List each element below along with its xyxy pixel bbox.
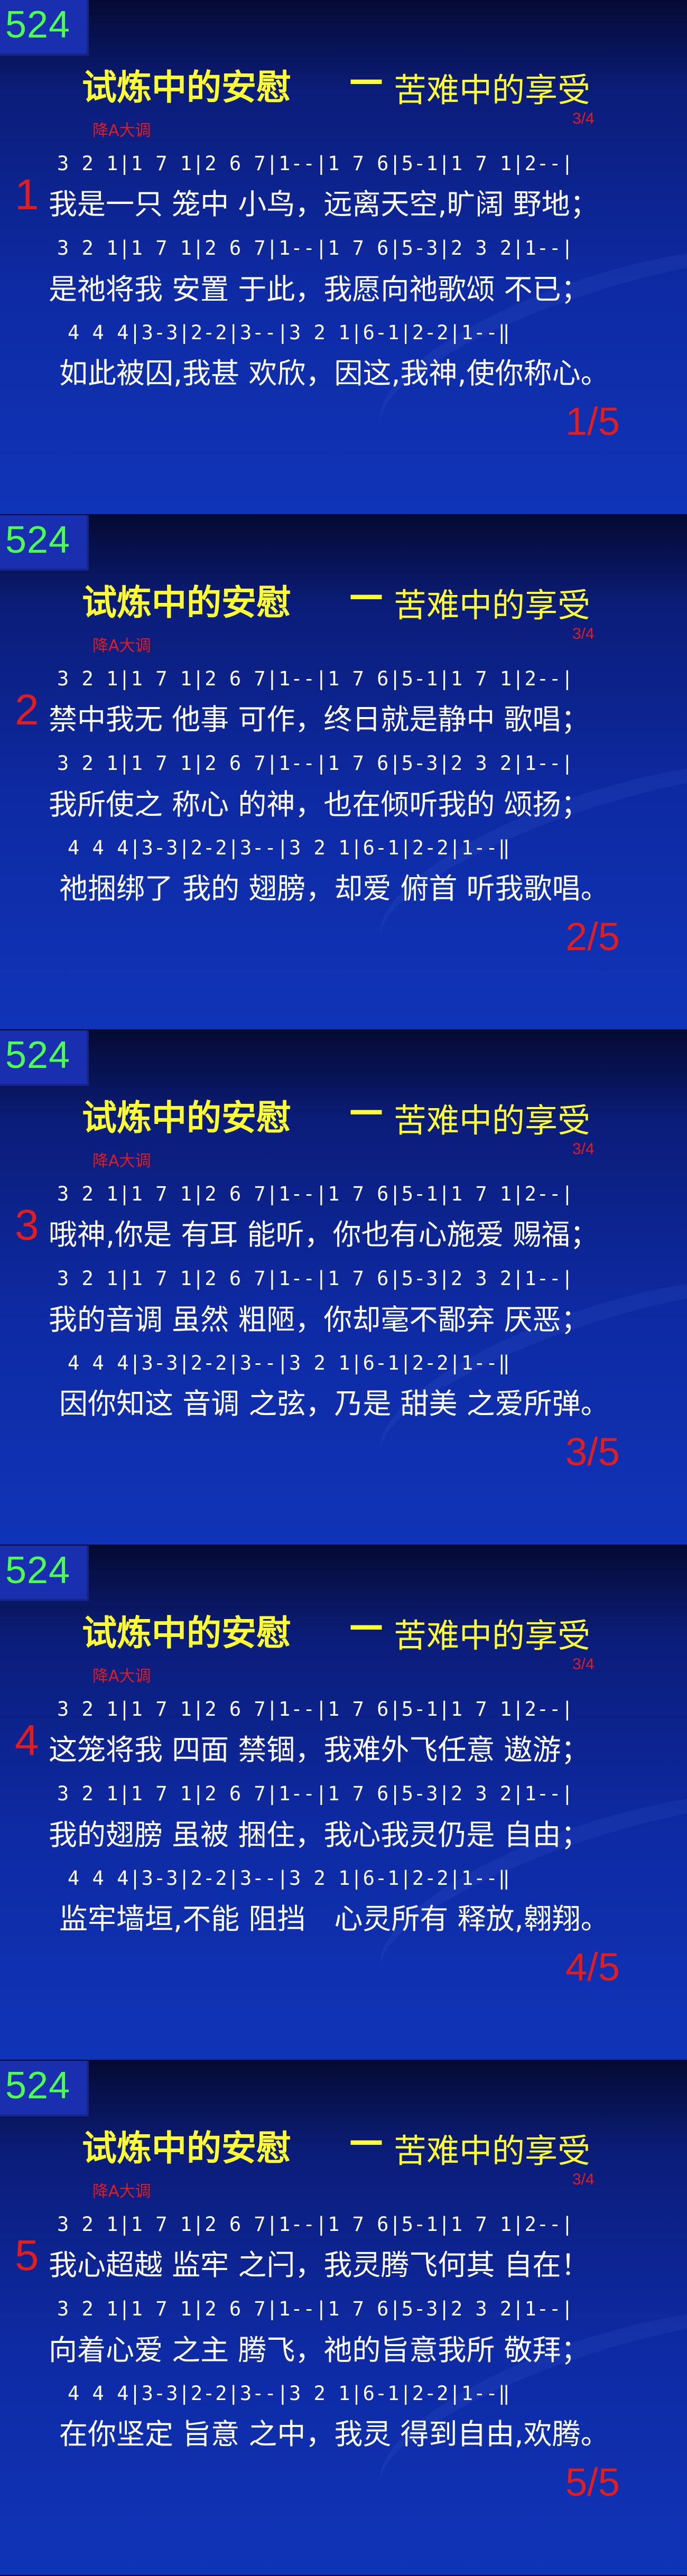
hymn-subtitle: 苦难中的享受 [394,71,591,109]
lyric-line-1: 这笼将我 四面 禁锢，我难外飞任意 遨游； [49,1733,590,1766]
lyric-line-2: 是祂将我 安置 于此，我愿向祂歌颂 不已； [49,273,590,306]
time-signature: 3/4 [572,110,595,127]
verse-number: 4 [15,1716,39,1764]
hymn-number: 524 [5,2064,71,2107]
lyric-line-3: 监牢墙垣,不能 阻挡 心灵所有 释放,翱翔。 [59,1902,609,1936]
slide-3: 524 试炼中的安慰 — 苦难中的享受 降A大调 3/4 3 2 1|1 7 1… [0,1030,687,1546]
hymn-subtitle: 苦难中的享受 [394,1101,591,1140]
page-indicator: 4/5 [565,1945,620,1989]
hymn-number: 524 [5,4,71,46]
lyric-line-3: 如此被囚,我甚 欢欣，因这,我神,使你称心。 [59,357,609,390]
hymn-title: 试炼中的安慰 [82,1098,291,1138]
page-indicator: 5/5 [565,2460,620,2504]
notation-line-1: 3 2 1|1 7 1|2 6 7|1--|1 7 6|5-1|1 7 1|2-… [57,2213,574,2236]
notation-line-3: 4 4 4|3-3|2-2|3--|3 2 1|6-1|2-2|1--‖ [68,1352,510,1374]
page-indicator: 1/5 [565,399,620,443]
hymn-title: 试炼中的安慰 [82,67,291,108]
lyric-line-2: 向着心爱 之主 腾飞，祂的旨意我所 敬拜； [49,2333,590,2367]
hymn-title: 试炼中的安慰 [82,2128,291,2169]
slide-2: 524 试炼中的安慰 — 苦难中的享受 降A大调 3/4 3 2 1|1 7 1… [0,515,687,1030]
notation-line-1: 3 2 1|1 7 1|2 6 7|1--|1 7 6|5-1|1 7 1|2-… [57,667,574,690]
key-signature: 降A大调 [92,1667,151,1686]
slide-5: 524 试炼中的安慰 — 苦难中的享受 降A大调 3/4 3 2 1|1 7 1… [0,2061,687,2576]
lyric-line-3: 在你坚定 旨意 之中，我灵 得到自由,欢腾。 [59,2417,609,2451]
time-signature: 3/4 [572,1656,595,1673]
hymn-number-box: 524 [0,1030,89,1086]
verse-number: 3 [15,1201,39,1249]
hymn-title: 试炼中的安慰 [82,582,291,623]
lyric-line-1: 我心超越 监牢 之闩，我灵腾飞何其 自在！ [49,2248,590,2282]
verse-number: 2 [15,686,39,734]
lyric-line-2: 我的音调 虽然 粗陋，你却毫不鄙弃 厌恶； [49,1303,590,1336]
title-dash: — [349,574,384,615]
notation-line-1: 3 2 1|1 7 1|2 6 7|1--|1 7 6|5-1|1 7 1|2-… [57,1183,574,1205]
hymn-subtitle: 苦难中的享受 [394,586,591,625]
title-dash: — [349,1605,384,1645]
key-signature: 降A大调 [92,637,151,655]
lyric-line-2: 我的翅膀 虽被 捆住，我心我灵仍是 自由； [49,1818,590,1852]
lyric-line-2: 我所使之 称心 的神，也在倾听我的 颂扬； [49,788,590,821]
hymn-number-box: 524 [0,1546,89,1601]
hymn-number: 524 [5,1549,71,1592]
key-signature: 降A大调 [92,2182,151,2201]
hymn-number-box: 524 [0,0,89,55]
page-indicator: 3/5 [565,1430,620,1474]
title-dash: — [349,1090,384,1130]
notation-line-2: 3 2 1|1 7 1|2 6 7|1--|1 7 6|5-3|2 3 2|1-… [57,1267,574,1290]
lyric-line-1: 哦神,你是 有耳 能听，你也有心施爱 赐福； [49,1218,599,1251]
page-indicator: 2/5 [565,915,620,959]
key-signature: 降A大调 [92,1152,151,1170]
notation-line-2: 3 2 1|1 7 1|2 6 7|1--|1 7 6|5-3|2 3 2|1-… [57,2298,574,2320]
hymn-subtitle: 苦难中的享受 [394,2132,591,2170]
notation-line-1: 3 2 1|1 7 1|2 6 7|1--|1 7 6|5-1|1 7 1|2-… [57,152,574,175]
key-signature: 降A大调 [92,122,151,140]
notation-line-3: 4 4 4|3-3|2-2|3--|3 2 1|6-1|2-2|1--‖ [68,321,510,344]
title-dash: — [349,2120,384,2161]
time-signature: 3/4 [572,1140,595,1158]
slide-4: 524 试炼中的安慰 — 苦难中的享受 降A大调 3/4 3 2 1|1 7 1… [0,1546,687,2061]
notation-line-2: 3 2 1|1 7 1|2 6 7|1--|1 7 6|5-3|2 3 2|1-… [57,1782,574,1805]
lyric-line-1: 禁中我无 他事 可作，终日就是静中 歌唱； [49,703,590,736]
verse-number: 1 [15,171,39,219]
notation-line-2: 3 2 1|1 7 1|2 6 7|1--|1 7 6|5-3|2 3 2|1-… [57,752,574,775]
title-dash: — [349,59,384,100]
time-signature: 3/4 [572,2171,595,2188]
hymn-subtitle: 苦难中的享受 [394,1616,591,1655]
hymn-number-box: 524 [0,515,89,571]
lyric-line-1: 我是一只 笼中 小鸟，远离天空,旷阔 野地； [49,188,599,221]
notation-line-3: 4 4 4|3-3|2-2|3--|3 2 1|6-1|2-2|1--‖ [68,1867,510,1890]
slide-1: 524 试炼中的安慰 — 苦难中的享受 降A大调 3/4 3 2 1|1 7 1… [0,0,687,515]
hymn-number-box: 524 [0,2061,89,2116]
notation-line-3: 4 4 4|3-3|2-2|3--|3 2 1|6-1|2-2|1--‖ [68,836,510,859]
hymn-number: 524 [5,1034,71,1076]
time-signature: 3/4 [572,625,595,643]
notation-line-2: 3 2 1|1 7 1|2 6 7|1--|1 7 6|5-3|2 3 2|1-… [57,237,574,259]
lyric-line-3: 因你知这 音调 之弦，乃是 甜美 之爱所弹。 [59,1387,609,1420]
lyric-line-3: 祂捆绑了 我的 翅膀，却爱 俯首 听我歌唱。 [59,872,609,905]
hymn-title: 试炼中的安慰 [82,1613,291,1653]
notation-line-1: 3 2 1|1 7 1|2 6 7|1--|1 7 6|5-1|1 7 1|2-… [57,1698,574,1721]
hymn-number: 524 [5,519,71,561]
verse-number: 5 [15,2231,39,2280]
notation-line-3: 4 4 4|3-3|2-2|3--|3 2 1|6-1|2-2|1--‖ [68,2382,510,2405]
